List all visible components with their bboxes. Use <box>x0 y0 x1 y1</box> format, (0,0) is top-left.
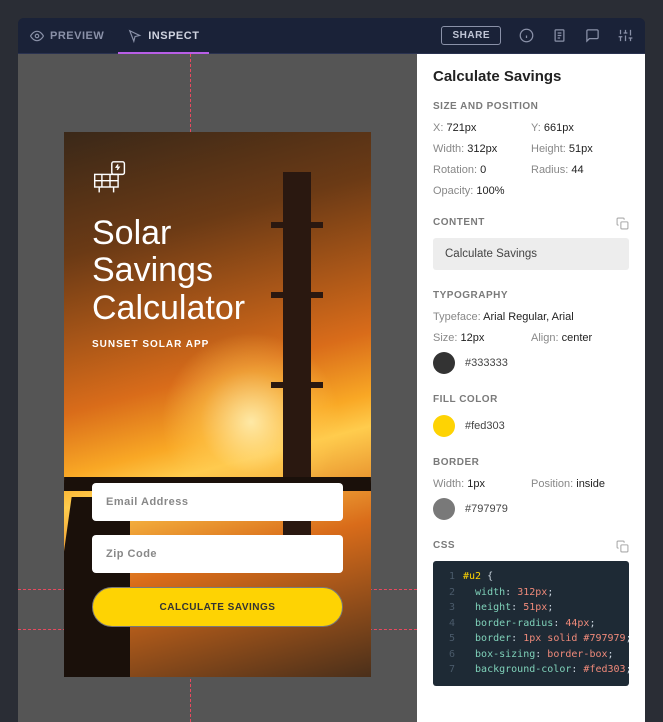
section-size-position: SIZE AND POSITION X: 721px Y: 661px Widt… <box>433 101 629 197</box>
share-button[interactable]: SHARE <box>441 26 501 45</box>
prop-width: Width: 312px <box>433 143 531 155</box>
section-css: CSS 1#u2 {2 width: 312px;3 height: 51px;… <box>433 540 629 686</box>
fill-color-swatch <box>433 415 455 437</box>
fill-heading: FILL COLOR <box>433 394 629 405</box>
prop-font-size: Size: 12px <box>433 332 531 344</box>
section-fill: FILL COLOR #fed303 <box>433 394 629 437</box>
calculate-savings-button[interactable]: CALCULATE SAVINGS <box>92 587 343 627</box>
info-icon[interactable] <box>519 28 534 43</box>
prop-border-width: Width: 1px <box>433 478 531 490</box>
inspector-title: Calculate Savings <box>433 68 629 85</box>
css-code-block[interactable]: 1#u2 {2 width: 312px;3 height: 51px;4 bo… <box>433 561 629 686</box>
inspect-icon <box>128 29 142 43</box>
section-border: BORDER Width: 1px Position: inside #7979… <box>433 457 629 520</box>
tab-group: PREVIEW INSPECT <box>30 18 199 53</box>
border-color-swatch <box>433 498 455 520</box>
comment-icon[interactable] <box>585 28 600 43</box>
fill-color-label: #fed303 <box>465 420 505 432</box>
solar-panel-icon <box>92 160 343 201</box>
tab-preview[interactable]: PREVIEW <box>30 18 104 53</box>
css-heading: CSS <box>433 540 629 551</box>
toolbar-right: SHARE <box>441 26 633 45</box>
eye-icon <box>30 29 44 43</box>
inspector-panel: Calculate Savings SIZE AND POSITION X: 7… <box>417 54 645 722</box>
border-heading: BORDER <box>433 457 629 468</box>
copy-icon[interactable] <box>616 540 629 558</box>
tab-preview-label: PREVIEW <box>50 30 104 42</box>
border-color-row[interactable]: #797979 <box>433 498 629 520</box>
mockup-subtitle: SUNSET SOLAR APP <box>92 339 343 350</box>
sliders-icon[interactable] <box>618 28 633 43</box>
prop-border-position: Position: inside <box>531 478 629 490</box>
section-content: CONTENT Calculate Savings <box>433 217 629 270</box>
size-position-heading: SIZE AND POSITION <box>433 101 629 112</box>
prop-radius: Radius: 44 <box>531 164 629 176</box>
prop-typeface: Typeface: Arial Regular, Arial <box>433 311 629 323</box>
tab-inspect[interactable]: INSPECT <box>128 18 199 53</box>
prop-align: Align: center <box>531 332 629 344</box>
canvas[interactable]: Solar Savings Calculator SUNSET SOLAR AP… <box>18 54 417 722</box>
prop-height: Height: 51px <box>531 143 629 155</box>
workspace: Solar Savings Calculator SUNSET SOLAR AP… <box>18 54 645 722</box>
typography-color-label: #333333 <box>465 357 508 369</box>
typography-color-row[interactable]: #333333 <box>433 352 629 374</box>
fill-color-row[interactable]: #fed303 <box>433 415 629 437</box>
content-value[interactable]: Calculate Savings <box>433 238 629 270</box>
prop-x: X: 721px <box>433 122 531 134</box>
typography-heading: TYPOGRAPHY <box>433 290 629 301</box>
border-color-label: #797979 <box>465 503 508 515</box>
mockup-content: Solar Savings Calculator SUNSET SOLAR AP… <box>64 132 371 677</box>
typography-color-swatch <box>433 352 455 374</box>
mockup-artboard[interactable]: Solar Savings Calculator SUNSET SOLAR AP… <box>64 132 371 677</box>
prop-y: Y: 661px <box>531 122 629 134</box>
email-field[interactable]: Email Address <box>92 483 343 521</box>
tab-inspect-label: INSPECT <box>148 30 199 42</box>
mockup-title: Solar Savings Calculator <box>92 215 343 327</box>
prop-opacity: Opacity: 100% <box>433 185 531 197</box>
app-window: PREVIEW INSPECT SHARE <box>18 18 645 722</box>
zip-field[interactable]: Zip Code <box>92 535 343 573</box>
content-heading: CONTENT <box>433 217 629 228</box>
notes-icon[interactable] <box>552 28 567 43</box>
mockup-form: Email Address Zip Code CALCULATE SAVINGS <box>92 483 343 627</box>
copy-icon[interactable] <box>616 217 629 235</box>
section-typography: TYPOGRAPHY Typeface: Arial Regular, Aria… <box>433 290 629 374</box>
top-toolbar: PREVIEW INSPECT SHARE <box>18 18 645 54</box>
prop-rotation: Rotation: 0 <box>433 164 531 176</box>
